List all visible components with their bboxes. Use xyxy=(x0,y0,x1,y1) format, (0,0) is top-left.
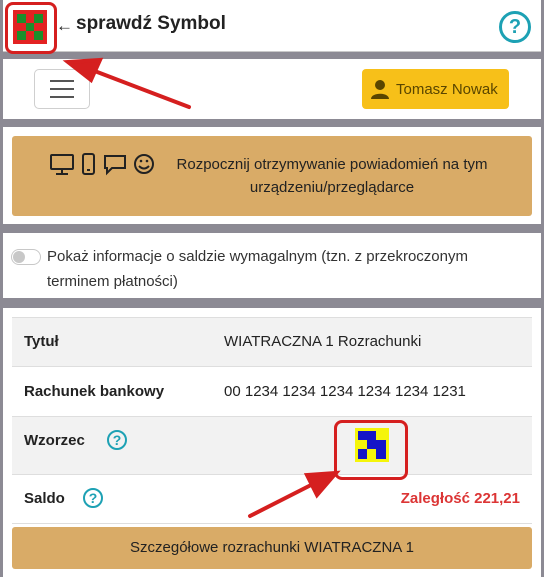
balance-toggle-label: Pokaż informacje o saldzie wymagalnym (t… xyxy=(47,248,468,290)
user-icon xyxy=(371,80,389,99)
chat-icon xyxy=(104,155,126,176)
saldo-label: Saldo xyxy=(24,490,65,507)
user-button[interactable]: Tomasz Nowak xyxy=(362,69,509,109)
account-details: Tytuł WIATRACZNA 1 Rozrachunki Rachunek … xyxy=(3,308,541,577)
smile-icon xyxy=(134,154,154,174)
balance-toggle[interactable] xyxy=(11,249,41,265)
detailed-settlements-button[interactable]: Szczegółowe rozrachunki WIATRACZNA 1 xyxy=(12,527,532,569)
notification-text: Rozpocznij otrzymywanie powiadomień na t… xyxy=(176,156,488,196)
bank-account-value: 00 1234 1234 1234 1234 1234 1231 xyxy=(224,383,466,400)
overdue-amount: Zaległość 221,21 xyxy=(400,490,520,507)
table-row: Tytuł WIATRACZNA 1 Rozrachunki xyxy=(12,318,532,367)
menu-line xyxy=(50,80,74,82)
table-row: Rachunek bankowy 00 1234 1234 1234 1234 … xyxy=(12,367,532,417)
table-row: Wzorzec ? xyxy=(12,417,532,480)
table-row: Saldo ? Zaległość 221,21 xyxy=(12,475,532,524)
left-arrow-icon: ← xyxy=(56,16,73,35)
pattern-label: Wzorzec xyxy=(24,432,85,449)
menu-line xyxy=(50,96,74,98)
balance-option: Pokaż informacje o saldzie wymagalnym (t… xyxy=(3,233,541,298)
pattern-symbol xyxy=(355,428,389,462)
logo-highlight xyxy=(5,2,57,54)
hamburger-menu-button[interactable] xyxy=(34,69,90,109)
help-icon[interactable]: ? xyxy=(499,11,531,43)
enable-notifications-button[interactable]: Rozpocznij otrzymywanie powiadomień na t… xyxy=(12,136,532,216)
bank-account-label: Rachunek bankowy xyxy=(24,383,165,400)
page-title: sprawdź Symbol xyxy=(76,13,226,34)
details-table: Tytuł WIATRACZNA 1 Rozrachunki Rachunek … xyxy=(12,317,532,524)
app-header: ← sprawdź Symbol ? xyxy=(3,0,541,54)
notification-panel: Rozpocznij otrzymywanie powiadomień na t… xyxy=(3,127,541,224)
title-value: WIATRACZNA 1 Rozrachunki xyxy=(224,333,422,350)
user-name: Tomasz Nowak xyxy=(396,81,498,98)
device-icons xyxy=(50,153,154,176)
phone-icon xyxy=(82,153,95,175)
pattern-help-icon[interactable]: ? xyxy=(107,430,127,450)
nav-bar: Tomasz Nowak xyxy=(3,59,541,119)
saldo-help-icon[interactable]: ? xyxy=(83,488,103,508)
desktop-icon xyxy=(50,154,74,175)
title-label: Tytuł xyxy=(24,333,59,350)
menu-line xyxy=(50,88,74,90)
